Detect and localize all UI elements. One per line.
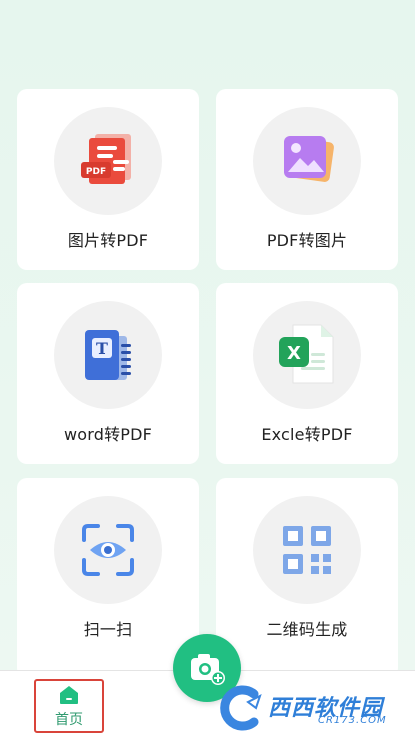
tool-label: 二维码生成 <box>266 620 348 639</box>
tool-card-scan[interactable]: 扫一扫 <box>17 478 199 678</box>
tool-label: PDF转图片 <box>266 231 348 250</box>
icon-circle: PDF <box>54 107 162 215</box>
qr-code-icon <box>283 526 331 574</box>
tool-card-image-to-pdf[interactable]: PDF 图片转PDF <box>17 89 199 270</box>
icon-circle: X <box>253 301 361 409</box>
tool-card-excel-to-pdf[interactable]: X Excle转PDF <box>216 283 398 464</box>
icon-circle <box>54 496 162 604</box>
camera-add-icon <box>191 654 225 685</box>
tool-card-word-to-pdf[interactable]: T word转PDF <box>17 283 199 464</box>
tool-grid: PDF 图片转PDF PDF转图片 T word转PDF X Excle转PDF… <box>0 0 415 680</box>
image-gallery-icon <box>284 136 334 182</box>
scan-eye-icon <box>82 524 134 576</box>
watermark-c-icon <box>220 685 262 731</box>
tab-home-label: 首页 <box>55 711 83 728</box>
icon-circle <box>253 107 361 215</box>
excel-document-icon: X <box>279 324 334 384</box>
watermark-logo: 西西软件园 CR173.COM <box>214 684 412 732</box>
tool-label: 扫一扫 <box>83 620 133 639</box>
tool-label: 图片转PDF <box>67 231 149 250</box>
icon-circle <box>253 496 361 604</box>
tab-home[interactable]: 首页 <box>34 679 104 733</box>
svg-text:X: X <box>287 343 301 364</box>
watermark-site: CR173.COM <box>318 715 387 726</box>
icon-circle: T <box>54 301 162 409</box>
tool-label: Excle转PDF <box>261 425 353 444</box>
tool-card-pdf-to-image[interactable]: PDF转图片 <box>216 89 398 270</box>
pdf-document-icon: PDF <box>81 134 131 184</box>
svg-text:T: T <box>96 339 108 358</box>
home-icon <box>60 685 78 704</box>
svg-text:PDF: PDF <box>86 167 106 177</box>
tool-card-qr-generate[interactable]: 二维码生成 <box>216 478 398 678</box>
tool-label: word转PDF <box>63 425 153 444</box>
word-document-icon: T <box>85 330 131 380</box>
